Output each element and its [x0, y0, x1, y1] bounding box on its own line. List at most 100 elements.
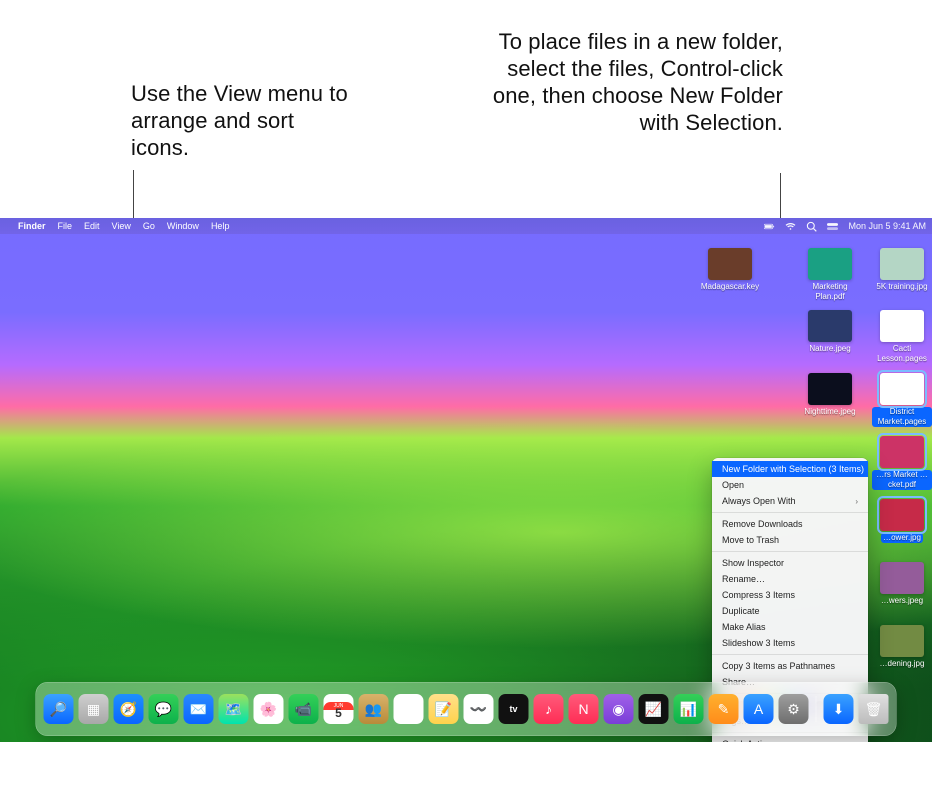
context-menu-item[interactable]: Make Alias — [712, 619, 868, 635]
dock-app-music[interactable]: ♪ — [534, 694, 564, 724]
dock-app-appstore[interactable]: A — [744, 694, 774, 724]
stocks-icon: 📈 — [645, 701, 662, 718]
dock-app-tv[interactable]: tv — [499, 694, 529, 724]
context-menu-item[interactable]: Slideshow 3 Items — [712, 635, 868, 651]
menu-edit[interactable]: Edit — [84, 221, 100, 231]
context-menu-item[interactable]: New Folder with Selection (3 Items) — [712, 461, 868, 477]
file-label[interactable]: Nighttime.jpeg — [800, 407, 860, 417]
desktop-file-icon[interactable]: Nighttime.jpeg — [800, 373, 860, 417]
file-label[interactable]: …wers.jpeg — [872, 596, 932, 606]
context-menu-item[interactable]: Remove Downloads — [712, 516, 868, 532]
dock-app-launchpad[interactable]: ▦ — [79, 694, 109, 724]
trash-icon: 🗑 — [865, 701, 883, 718]
file-label[interactable]: …ower.jpg — [881, 533, 923, 543]
dock-app-maps[interactable]: 🗺️ — [219, 694, 249, 724]
file-thumbnail[interactable] — [880, 499, 924, 531]
menu-window[interactable]: Window — [167, 221, 199, 231]
context-menu-item[interactable]: Quick Actions› — [712, 736, 868, 742]
dock-app-safari[interactable]: 🧭 — [114, 694, 144, 724]
dock-app-reminders[interactable]: ☰ — [394, 694, 424, 724]
file-thumbnail[interactable] — [808, 373, 852, 405]
settings-icon: ⚙ — [787, 701, 800, 718]
dock-app-settings[interactable]: ⚙ — [779, 694, 809, 724]
calendar-day-label: 5 — [335, 710, 342, 716]
file-label[interactable]: …dening.jpg — [872, 659, 932, 669]
wifi-icon[interactable] — [785, 221, 796, 232]
desktop-file-icon[interactable]: District Market.pages — [872, 373, 932, 427]
dock-app-facetime[interactable]: 📹 — [289, 694, 319, 724]
file-label[interactable]: Cacti Lesson.pages — [872, 344, 932, 364]
battery-icon[interactable] — [764, 221, 775, 232]
context-menu-item[interactable]: Compress 3 Items — [712, 587, 868, 603]
dock-app-contacts[interactable]: 👥 — [359, 694, 389, 724]
file-label[interactable]: …rs Market …cket.pdf — [872, 470, 932, 490]
context-menu-item[interactable]: Open — [712, 477, 868, 493]
context-menu-separator — [712, 551, 868, 552]
desktop-file-icon[interactable]: …ower.jpg — [872, 499, 932, 543]
dock-app-mail[interactable]: ✉️ — [184, 694, 214, 724]
context-menu-item[interactable]: Rename… — [712, 571, 868, 587]
context-menu-item-label: Quick Actions — [722, 739, 777, 742]
dock-app-trash[interactable]: 🗑 — [859, 694, 889, 724]
context-menu-separator — [712, 654, 868, 655]
dock-app-numbers[interactable]: 📊 — [674, 694, 704, 724]
desktop-file-icon[interactable]: …wers.jpeg — [872, 562, 932, 606]
menubar-app-name[interactable]: Finder — [18, 221, 46, 231]
dock-app-photos[interactable]: 🌸 — [254, 694, 284, 724]
context-menu-item-label: Move to Trash — [722, 535, 779, 545]
menu-go[interactable]: Go — [143, 221, 155, 231]
notes-icon: 📝 — [435, 701, 452, 718]
file-thumbnail[interactable] — [808, 248, 852, 280]
control-center-icon[interactable] — [827, 221, 838, 232]
context-menu-item[interactable]: Show Inspector — [712, 555, 868, 571]
file-label[interactable]: Nature.jpeg — [800, 344, 860, 354]
file-thumbnail[interactable] — [880, 436, 924, 468]
menubar-clock[interactable]: Mon Jun 5 9:41 AM — [848, 221, 926, 231]
dock-app-finder[interactable]: 🔎 — [44, 694, 74, 724]
desktop-file-icon[interactable]: Cacti Lesson.pages — [872, 310, 932, 364]
context-menu-item[interactable]: Copy 3 Items as Pathnames — [712, 658, 868, 674]
context-menu-item[interactable]: Always Open With› — [712, 493, 868, 509]
desktop-file-icon[interactable]: Marketing Plan.pdf — [800, 248, 860, 302]
finder-icon: 🔎 — [50, 701, 67, 718]
file-thumbnail[interactable] — [708, 248, 752, 280]
file-label[interactable]: District Market.pages — [872, 407, 932, 427]
dock-app-stocks[interactable]: 📈 — [639, 694, 669, 724]
dock-app-freeform[interactable]: 〰️ — [464, 694, 494, 724]
dock-app-news[interactable]: N — [569, 694, 599, 724]
desktop-file-icon[interactable]: …rs Market …cket.pdf — [872, 436, 932, 490]
file-thumbnail[interactable] — [880, 248, 924, 280]
context-menu-item-label: Make Alias — [722, 622, 766, 632]
file-thumbnail[interactable] — [880, 310, 924, 342]
file-label[interactable]: Madagascar.key — [700, 282, 760, 292]
mail-icon: ✉️ — [190, 701, 207, 718]
file-thumbnail[interactable] — [880, 562, 924, 594]
contacts-icon: 👥 — [365, 701, 382, 718]
dock-app-notes[interactable]: 📝 — [429, 694, 459, 724]
maps-icon: 🗺️ — [225, 701, 242, 718]
desktop-file-icon[interactable]: 5K training.jpg — [872, 248, 932, 292]
context-menu-item-label: Rename… — [722, 574, 765, 584]
dock-app-calendar[interactable]: JUN5 — [324, 694, 354, 724]
menu-help[interactable]: Help — [211, 221, 230, 231]
context-menu-item[interactable]: Move to Trash — [712, 532, 868, 548]
file-thumbnail[interactable] — [880, 373, 924, 405]
desktop-file-icon[interactable]: …dening.jpg — [872, 625, 932, 669]
macos-desktop: Finder File Edit View Go Window Help Mon… — [0, 218, 932, 742]
context-menu-item[interactable]: Duplicate — [712, 603, 868, 619]
desktop-file-icon[interactable]: Madagascar.key — [700, 248, 760, 292]
file-thumbnail[interactable] — [880, 625, 924, 657]
file-label[interactable]: Marketing Plan.pdf — [800, 282, 860, 302]
dock-app-downloads[interactable]: ⬇ — [824, 694, 854, 724]
desktop-file-icon[interactable]: Nature.jpeg — [800, 310, 860, 354]
dock-app-pages[interactable]: ✎ — [709, 694, 739, 724]
spotlight-icon[interactable] — [806, 221, 817, 232]
file-thumbnail[interactable] — [808, 310, 852, 342]
menu-file[interactable]: File — [58, 221, 73, 231]
dock-app-podcasts[interactable]: ◉ — [604, 694, 634, 724]
file-label[interactable]: 5K training.jpg — [872, 282, 932, 292]
menu-view[interactable]: View — [112, 221, 131, 231]
news-icon: N — [578, 701, 588, 717]
downloads-icon: ⬇ — [833, 701, 845, 718]
dock-app-messages[interactable]: 💬 — [149, 694, 179, 724]
